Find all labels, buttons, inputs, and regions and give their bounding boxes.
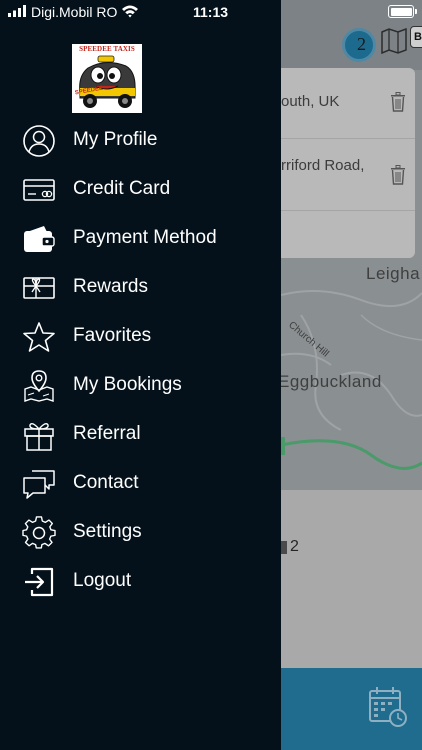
battery-fill <box>390 7 412 16</box>
signal-icon <box>8 5 26 17</box>
status-time: 11:13 <box>193 4 229 20</box>
battery-icon <box>388 5 417 18</box>
map-place-label: Eggbuckland <box>278 372 382 391</box>
menu-item-label: Logout <box>73 570 132 591</box>
credit-card-icon <box>22 173 56 207</box>
menu-item-label: Payment Method <box>73 227 217 248</box>
trash-icon[interactable] <box>390 92 406 112</box>
star-icon <box>22 320 56 354</box>
gift-box-icon <box>22 418 56 452</box>
menu-item-label: Settings <box>73 521 142 542</box>
carrier-name: Digi.Mobil RO <box>31 4 118 20</box>
pickup-address[interactable]: outh, UK <box>281 93 339 110</box>
menu-item-favorites[interactable]: Favorites <box>0 312 281 361</box>
menu-item-contact[interactable]: Contact <box>0 459 281 508</box>
map-place-label: Leigha <box>366 264 421 283</box>
logo-title: SPEEDEE TAXIS <box>79 45 135 53</box>
status-bar: Digi.Mobil RO 11:13 <box>0 0 281 26</box>
menu-item-logout[interactable]: Logout <box>0 557 281 606</box>
menu-item-referral[interactable]: Referral <box>0 410 281 459</box>
bottom-sheet <box>281 490 422 668</box>
wifi-icon <box>122 5 138 18</box>
navigation-drawer: SPEEDEE TAXIS SPEEDEE My Profile Credit … <box>0 0 281 750</box>
battery-tip <box>415 9 417 14</box>
menu-item-my-bookings[interactable]: My Bookings <box>0 361 281 410</box>
menu-item-my-profile[interactable]: My Profile <box>0 116 281 165</box>
menu-item-label: Favorites <box>73 325 152 346</box>
menu-item-settings[interactable]: Settings <box>0 508 281 557</box>
menu-item-label: Referral <box>73 423 141 444</box>
divider <box>281 138 415 139</box>
map-view-icon[interactable] <box>380 28 408 54</box>
menu-item-rewards[interactable]: Rewards <box>0 263 281 312</box>
wallet-icon <box>22 222 56 256</box>
passenger-icon <box>281 541 287 554</box>
menu-item-label: Contact <box>73 472 139 493</box>
gift-card-icon <box>22 271 56 305</box>
menu-item-label: Rewards <box>73 276 148 297</box>
menu-item-payment-method[interactable]: Payment Method <box>0 214 281 263</box>
b-badge: B <box>410 26 422 48</box>
menu-item-credit-card[interactable]: Credit Card <box>0 165 281 214</box>
map-pin-icon <box>22 369 56 403</box>
person-circle-icon <box>22 124 56 158</box>
menu-item-label: My Bookings <box>73 374 182 395</box>
gear-icon <box>22 516 56 550</box>
calendar-clock-icon[interactable] <box>368 686 408 728</box>
passenger-count: 2 <box>290 538 299 555</box>
app-logo: SPEEDEE TAXIS SPEEDEE <box>72 44 142 113</box>
logout-icon <box>22 565 56 599</box>
trash-icon[interactable] <box>390 165 406 185</box>
dropoff-address[interactable]: rriford Road, <box>281 157 364 174</box>
chat-bubbles-icon <box>22 467 56 501</box>
menu-item-label: Credit Card <box>73 178 171 199</box>
pin-number: 2 <box>357 34 366 54</box>
menu-item-label: My Profile <box>73 129 158 150</box>
taxi-car-icon <box>79 55 136 108</box>
divider <box>281 210 415 211</box>
